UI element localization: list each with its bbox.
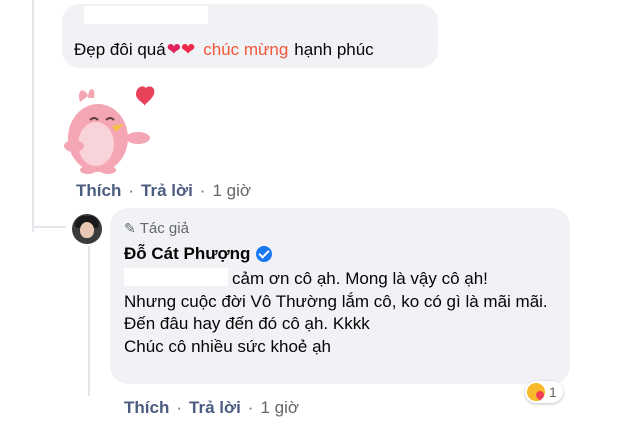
like-link[interactable]: Thích [76, 181, 121, 201]
author-name-text[interactable]: Đỗ Cát Phượng [124, 244, 250, 264]
separator: · [247, 398, 254, 417]
separator: · [176, 398, 183, 417]
avatar[interactable] [72, 214, 102, 244]
author-tag-label: Tác giả [139, 220, 189, 237]
reply-link[interactable]: Trả lời [141, 181, 193, 201]
comment-text-suffix: hạnh phúc [294, 40, 374, 59]
redacted-mention [124, 268, 228, 286]
reply-bubble: ✎ Tác giả Đỗ Cát Phượng cảm ơn cô ạh. Mo… [110, 208, 570, 384]
comment-timestamp[interactable]: 1 giờ [212, 181, 251, 201]
reaction-count[interactable]: 1 [525, 381, 563, 403]
comment-highlight-text: chúc mừng [203, 40, 289, 59]
pencil-icon: ✎ [124, 220, 136, 236]
reply-line: Chúc cô nhiều sức khoẻ ạh [124, 336, 332, 356]
pink-bird-sticker[interactable] [58, 80, 166, 176]
comment-text-prefix: Đẹp đôi quá [74, 40, 166, 59]
reaction-count-value: 1 [549, 384, 557, 400]
reply-line: Nhưng cuộc đời Vô Thường lắm cô, ko có g… [124, 291, 548, 311]
separator: · [128, 181, 135, 200]
like-link[interactable]: Thích [124, 398, 169, 418]
care-reaction-icon [527, 383, 545, 401]
reply-timestamp[interactable]: 1 giờ [260, 398, 299, 418]
author-badge: ✎ Tác giả [124, 220, 189, 237]
separator: · [199, 181, 206, 200]
redacted-commenter-name [84, 6, 208, 24]
reply-line: Đến đâu hay đến đó cô ạh. Kkkk [124, 314, 370, 333]
thread-line [32, 0, 34, 232]
reply-actions: Thích · Trả lời · 1 giờ [124, 398, 299, 418]
author-name[interactable]: Đỗ Cát Phượng [124, 244, 273, 264]
comment-text: Đẹp đôi quá ❤ ❤ chúc mừng hạnh phúc [74, 40, 374, 60]
heart-icon: ❤ [180, 40, 196, 59]
thread-connector [32, 226, 66, 228]
comment-actions: Thích · Trả lời · 1 giờ [76, 181, 251, 201]
reply-link[interactable]: Trả lời [189, 398, 241, 418]
verified-badge-icon [256, 246, 273, 262]
reply-thread-line [88, 246, 90, 396]
heart-icon: ❤ [166, 40, 181, 59]
